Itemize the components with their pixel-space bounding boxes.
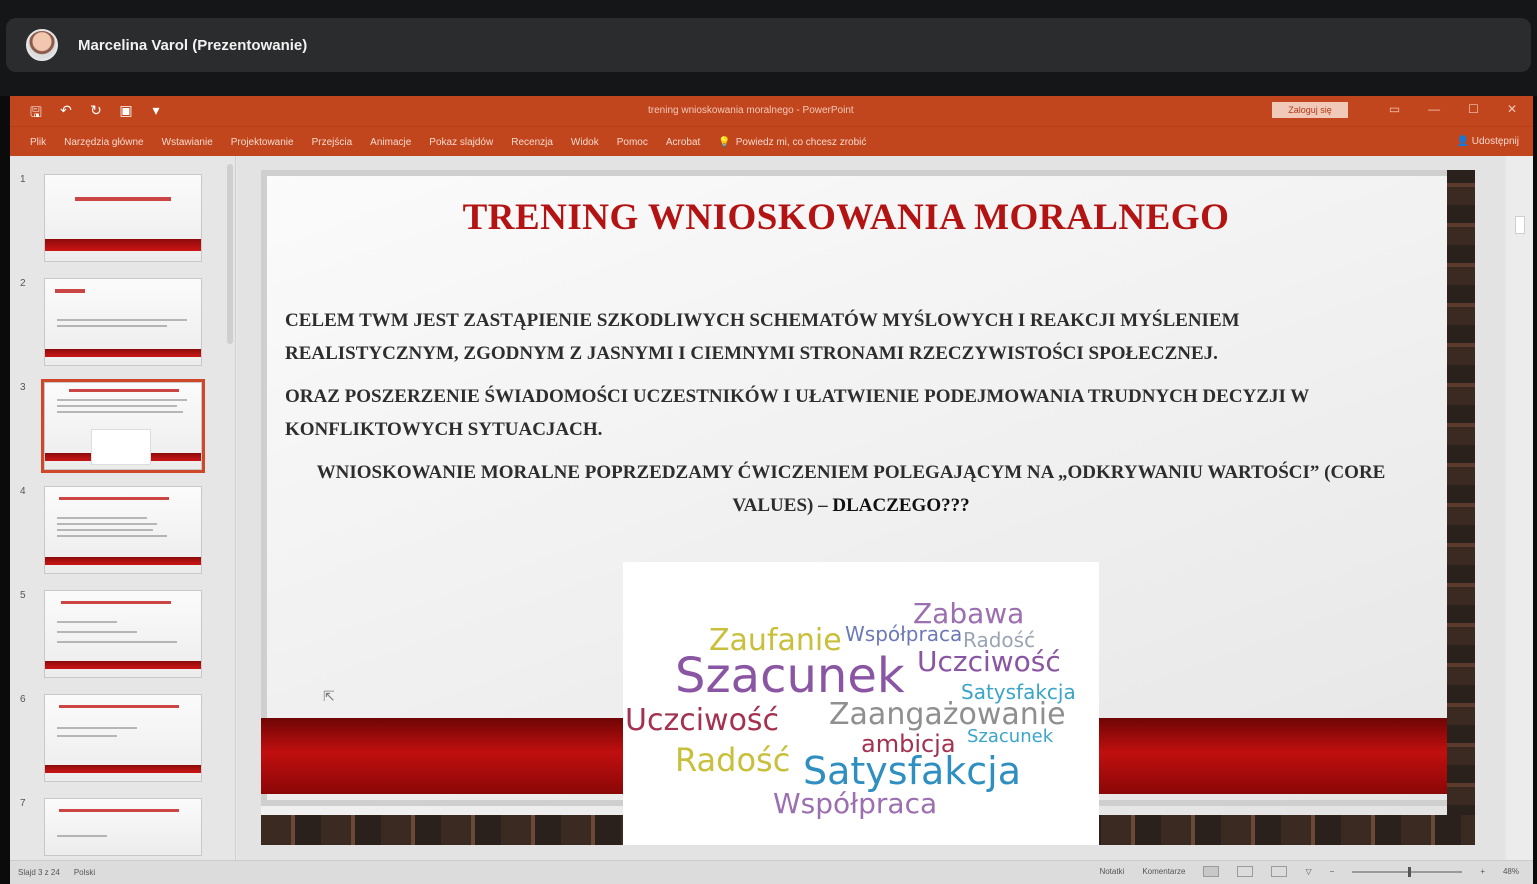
- quick-access-toolbar: 🖫 ↶ ↻ ▣ ▾: [28, 102, 164, 126]
- powerpoint-window: 🖫 ↶ ↻ ▣ ▾ trening wnioskowania moralnego…: [10, 96, 1533, 884]
- tell-me-search[interactable]: 💡 Powiedz mi, co chcesz zrobić: [718, 137, 866, 148]
- ribbon-tabs: Plik Narzędzia główne Wstawianie Projekt…: [30, 137, 866, 148]
- word-cloud-image: Zabawa Zaufanie Współpraca Radość Szacun…: [623, 562, 1099, 845]
- tab-home[interactable]: Narzędzia główne: [64, 137, 144, 148]
- thumbnail-preview: [44, 278, 202, 366]
- thumbnail-number: 6: [20, 694, 26, 705]
- slideshow-view-icon[interactable]: ▽: [1305, 867, 1311, 876]
- undo-icon[interactable]: ↶: [58, 102, 74, 126]
- tab-file[interactable]: Plik: [30, 137, 46, 148]
- tab-transitions[interactable]: Przejścia: [312, 137, 353, 148]
- presenter-name: Marcelina Varol (Prezentowanie): [78, 36, 308, 54]
- zoom-slider-handle[interactable]: [1408, 866, 1412, 877]
- person-icon: 👤: [1456, 136, 1469, 147]
- zoom-in-icon[interactable]: +: [1480, 867, 1485, 876]
- word-cloud-word: Współpraca: [845, 622, 963, 646]
- tab-view[interactable]: Widok: [571, 137, 599, 148]
- status-right: Notatki Komentarze ▽ − + 48%: [1099, 866, 1519, 877]
- thumbnail-preview: [44, 174, 202, 262]
- tab-help[interactable]: Pomoc: [617, 137, 648, 148]
- status-left: Slajd 3 z 24 Polski: [18, 868, 95, 877]
- language-indicator[interactable]: Polski: [74, 868, 95, 877]
- tab-slideshow[interactable]: Pokaz slajdów: [429, 137, 493, 148]
- word-cloud-word: Uczciwość: [625, 703, 780, 738]
- thumbnail-number: 1: [20, 174, 26, 185]
- thumbnail-number: 2: [20, 278, 26, 289]
- document-title: trening wnioskowania moralnego - PowerPo…: [648, 105, 854, 116]
- thumbnails-scrollbar[interactable]: [227, 164, 233, 344]
- presenter-banner: Marcelina Varol (Prezentowanie): [6, 18, 1531, 72]
- zoom-level[interactable]: 48%: [1503, 867, 1519, 876]
- reading-view-icon[interactable]: [1271, 866, 1288, 877]
- slide-sorter-icon[interactable]: [1237, 866, 1254, 877]
- slide-thumbnails-pane: 1 2 3 4 5 6 7: [10, 156, 236, 860]
- maximize-icon[interactable]: ☐: [1468, 102, 1479, 116]
- word-cloud-word: Satysfakcja: [803, 749, 1021, 793]
- meeting-header: Marcelina Varol (Prezentowanie): [0, 0, 1537, 96]
- lightbulb-icon: 💡: [718, 137, 731, 148]
- thumbnail-number: 3: [20, 382, 26, 393]
- word-cloud-word: Radość: [675, 741, 791, 779]
- slide-paragraph-2: ORAZ POSZERZENIE ŚWIADOMOŚCI UCZESTNIKÓW…: [285, 386, 1309, 440]
- customize-toolbar-icon[interactable]: ▾: [148, 102, 164, 126]
- tab-acrobat[interactable]: Acrobat: [666, 137, 700, 148]
- thumbnail-preview: [44, 798, 202, 856]
- comments-button[interactable]: Komentarze: [1142, 867, 1185, 876]
- thumbnail-preview: [44, 590, 202, 678]
- brick-texture: [1447, 170, 1475, 845]
- slide-counter: Slajd 3 z 24: [18, 868, 60, 877]
- word-cloud-word: Uczciwość: [917, 645, 1061, 678]
- tab-insert[interactable]: Wstawianie: [162, 137, 213, 148]
- tab-review[interactable]: Recenzja: [511, 137, 553, 148]
- word-cloud-word: Współpraca: [773, 787, 938, 820]
- share-button[interactable]: 👤 Udostępnij: [1457, 136, 1520, 147]
- presenter-avatar: [26, 29, 58, 61]
- zoom-out-icon[interactable]: −: [1330, 867, 1335, 876]
- window-controls: ▭ — ☐ ✕: [1389, 102, 1517, 116]
- thumbnail-number: 7: [20, 798, 26, 809]
- slide-scrollbar[interactable]: [1507, 156, 1533, 860]
- notes-button[interactable]: Notatki: [1099, 867, 1124, 876]
- slide-paragraph-1: CELEM TWM JEST ZASTĄPIENIE SZKODLIWYCH S…: [285, 310, 1240, 364]
- ribbon-display-icon[interactable]: ▭: [1389, 102, 1400, 116]
- sign-in-button[interactable]: Zaloguj się: [1272, 102, 1348, 118]
- status-bar: Slajd 3 z 24 Polski Notatki Komentarze ▽…: [10, 860, 1533, 884]
- slide-paragraph-3-emphasis: DLACZEGO???: [832, 495, 970, 516]
- thumbnail-number: 5: [20, 590, 26, 601]
- word-cloud-word: Szacunek: [675, 648, 905, 704]
- title-bar: 🖫 ↶ ↻ ▣ ▾ trening wnioskowania moralnego…: [10, 96, 1533, 126]
- share-label: Udostępnij: [1471, 136, 1519, 147]
- tab-design[interactable]: Projektowanie: [231, 137, 294, 148]
- start-slideshow-icon[interactable]: ▣: [118, 102, 134, 126]
- minimize-icon[interactable]: —: [1428, 102, 1440, 116]
- redo-icon[interactable]: ↻: [88, 102, 104, 126]
- mouse-cursor-icon: ⇱: [323, 688, 335, 704]
- word-cloud-word: Szacunek: [967, 726, 1054, 747]
- slide-canvas: TRENING WNIOSKOWANIA MORALNEGO CELEM TWM…: [237, 156, 1505, 860]
- current-slide[interactable]: TRENING WNIOSKOWANIA MORALNEGO CELEM TWM…: [261, 170, 1475, 845]
- zoom-slider[interactable]: [1352, 866, 1463, 877]
- normal-view-icon[interactable]: [1203, 866, 1220, 877]
- scrollbar-thumb[interactable]: [1515, 216, 1525, 234]
- slide-title: TRENING WNIOSKOWANIA MORALNEGO: [462, 197, 1230, 238]
- save-icon[interactable]: 🖫: [28, 102, 44, 126]
- close-icon[interactable]: ✕: [1507, 102, 1517, 116]
- tab-animations[interactable]: Animacje: [370, 137, 411, 148]
- tell-me-label: Powiedz mi, co chcesz zrobić: [735, 137, 867, 148]
- thumbnail-preview: [44, 486, 202, 574]
- ribbon: Plik Narzędzia główne Wstawianie Projekt…: [10, 126, 1533, 156]
- thumbnail-preview: [44, 694, 202, 782]
- slide-paragraph-3: WNIOSKOWANIE MORALNE POPRZEDZAMY ĆWICZEN…: [301, 456, 1401, 522]
- thumbnail-number: 4: [20, 486, 26, 497]
- thumbnail-preview-selected: [41, 379, 205, 473]
